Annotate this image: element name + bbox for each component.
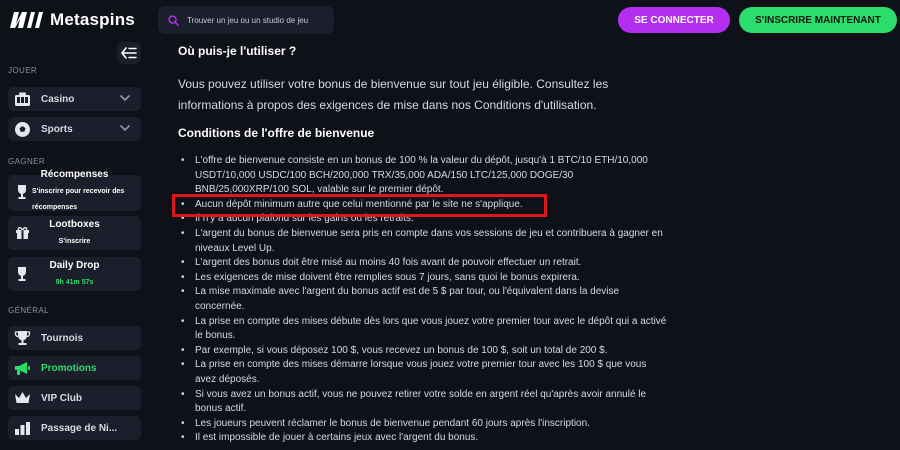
soccer-ball-icon <box>15 121 30 137</box>
rewards-card[interactable]: Récompenses S'inscrire pour recevoir des… <box>8 169 141 211</box>
section-label-play: JOUER <box>8 66 38 75</box>
section-label-general: GÉNÉRAL <box>8 306 50 315</box>
where-paragraph: Vous pouvez utiliser votre bonus de bien… <box>178 77 609 112</box>
sidebar-item-label: Passage de Ni... <box>41 422 118 434</box>
list-item: La mise maximale avec l'argent du bonus … <box>178 285 668 314</box>
lootboxes-card[interactable]: Lootboxes S'inscrire <box>8 216 141 250</box>
chevron-down-icon <box>120 125 130 132</box>
sidebar-item-sports[interactable]: Sports <box>8 117 141 141</box>
list-item: Les exigences de mise doivent être rempl… <box>178 271 668 286</box>
highlight-box <box>172 194 547 217</box>
sidebar-item-label: VIP Club <box>41 392 82 404</box>
list-item: L'argent du bonus de bienvenue sera pris… <box>178 227 668 256</box>
login-button[interactable]: SE CONNECTER <box>618 7 730 33</box>
daily-drop-card[interactable]: Daily Drop 9h 41m 57s <box>8 257 141 291</box>
logo[interactable]: Metaspins <box>8 10 135 30</box>
lootboxes-title: Lootboxes <box>49 219 100 230</box>
chevron-down-icon <box>120 95 130 102</box>
section-heading-conditions: Conditions de l'offre de bienvenue <box>178 126 375 140</box>
signup-button[interactable]: S'INSCRIRE MAINTENANT <box>739 7 897 33</box>
list-item: Si vous avez un bonus actif, vous ne pou… <box>178 388 668 417</box>
crown-icon <box>15 392 30 403</box>
search-icon <box>168 14 179 26</box>
trophy-icon <box>14 331 31 345</box>
daily-drop-title: Daily Drop <box>49 260 100 271</box>
sidebar-item-promotions[interactable]: Promotions <box>8 356 141 380</box>
sidebar-item-level-up[interactable]: Passage de Ni... <box>8 416 141 440</box>
sidebar-item-tournaments[interactable]: Tournois <box>8 326 141 350</box>
section-label-earn: GAGNER <box>8 157 46 166</box>
section-heading-where: Où puis-je l'utiliser ? <box>178 44 297 58</box>
sidebar-item-casino[interactable]: Casino <box>8 87 141 111</box>
sidebar-item-label: Tournois <box>41 332 84 344</box>
search-input[interactable] <box>187 15 327 25</box>
rewards-subtitle: S'inscrire pour recevoir des récompenses <box>32 188 125 211</box>
list-item: La prise en compte des mises démarre lor… <box>178 358 668 387</box>
logo-text: Metaspins <box>50 10 135 29</box>
list-item: Il est impossible de jouer à certains je… <box>178 431 668 446</box>
top-header: Metaspins SE CONNECTER S'INSCRIRE MAINTE… <box>0 0 900 40</box>
megaphone-icon <box>15 361 30 375</box>
sidebar-item-vip[interactable]: VIP Club <box>8 386 141 410</box>
collapse-arrow-icon <box>121 47 137 59</box>
daily-drop-timer: 9h 41m 57s <box>55 279 94 286</box>
list-item: Les joueurs peuvent réclamer le bonus de… <box>178 417 668 432</box>
list-item: La prise en compte des mises débute dès … <box>178 315 668 344</box>
sidebar-item-label: Promotions <box>41 362 97 374</box>
metaspins-logo-icon <box>10 12 43 28</box>
lootboxes-subtitle: S'inscrire <box>58 238 91 245</box>
sidebar: JOUER Casino Sports GAGNER Récompenses S… <box>0 40 150 450</box>
list-item: L'offre de bienvenue consiste en un bonu… <box>178 154 668 198</box>
rewards-title: Récompenses <box>40 169 109 180</box>
sidebar-item-label: Sports <box>41 123 73 135</box>
casino-icon <box>15 92 30 106</box>
list-item: L'argent des bonus doit être misé au moi… <box>178 256 668 271</box>
search-bar[interactable] <box>158 6 334 34</box>
list-item: Par exemple, si vous déposez 100 $, vous… <box>178 344 668 359</box>
bar-chart-icon <box>15 421 30 435</box>
sidebar-item-label: Casino <box>41 93 75 105</box>
collapse-sidebar-button[interactable] <box>117 42 141 64</box>
